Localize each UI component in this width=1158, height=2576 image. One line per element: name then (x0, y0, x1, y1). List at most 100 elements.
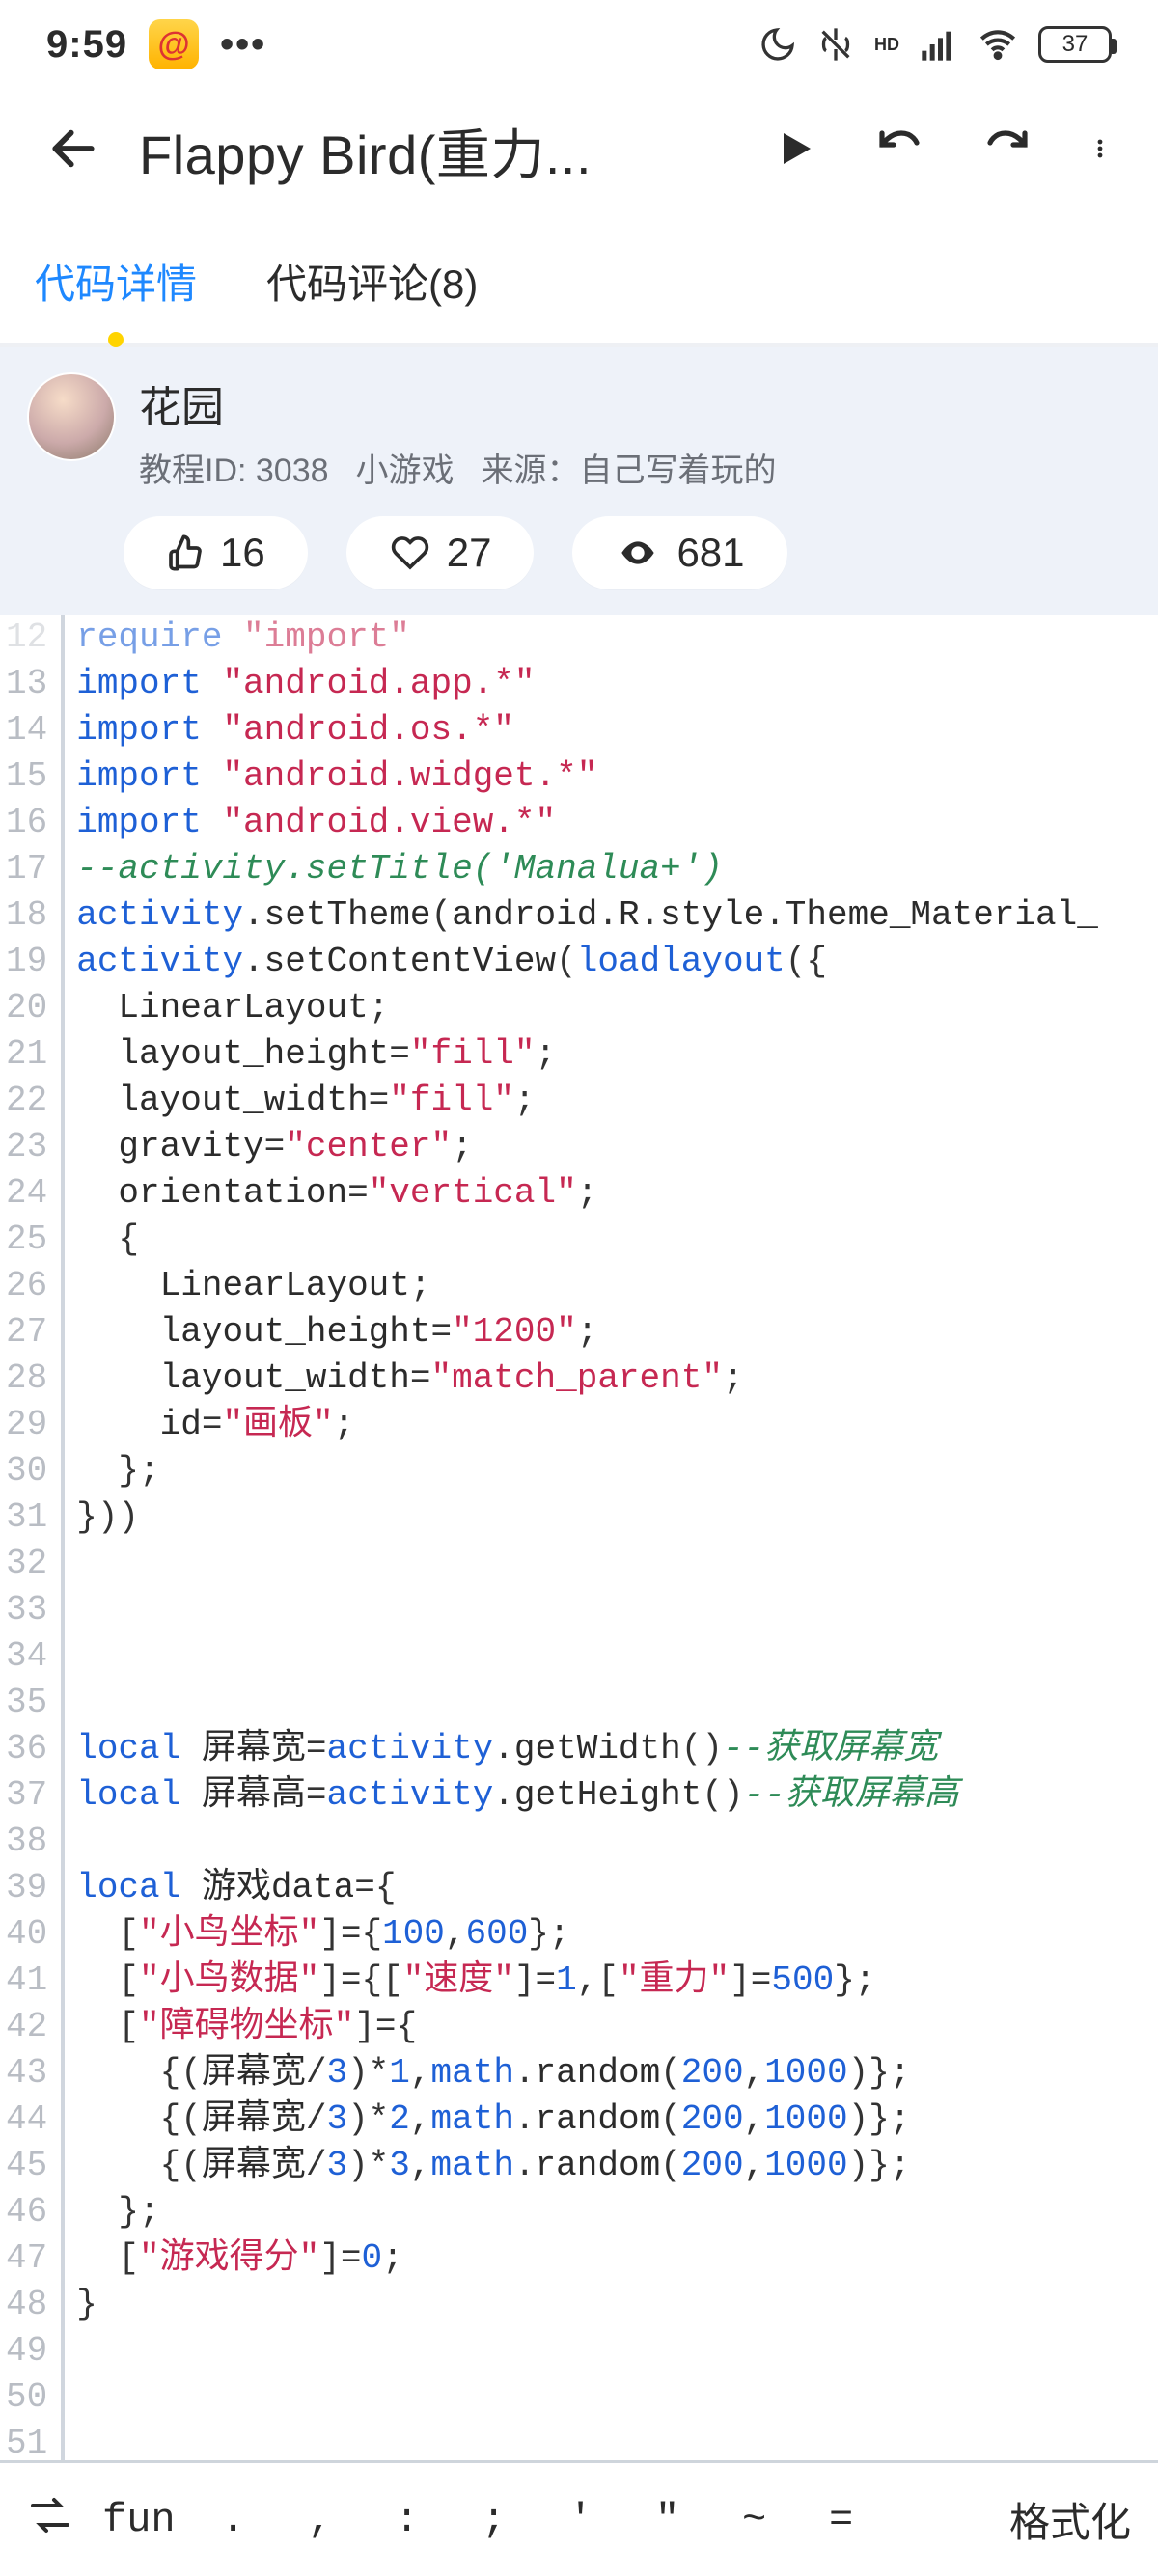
code-line[interactable]: {(屏幕宽/3)*1,math.random(200,1000)}; (76, 2050, 1098, 2096)
code-line[interactable]: { (76, 1217, 1098, 1263)
code-editor[interactable]: 1213141516171819202122232425262728293031… (0, 615, 1158, 2576)
key-colon[interactable]: : (378, 2497, 436, 2543)
key-dot[interactable]: . (205, 2497, 262, 2543)
view-count: 681 (676, 530, 744, 576)
hd-label: HD (874, 35, 899, 55)
line-number: 44 (6, 2096, 47, 2143)
undo-button[interactable] (872, 125, 926, 177)
code-line[interactable]: local 游戏data={ (76, 1865, 1098, 1911)
code-line[interactable] (76, 2328, 1098, 2374)
code-line[interactable]: LinearLayout; (76, 1263, 1098, 1309)
heart-button[interactable]: 27 (346, 516, 535, 589)
format-button[interactable]: 格式化 (1009, 2490, 1131, 2549)
code-line[interactable]: layout_height="1200"; (76, 1309, 1098, 1356)
code-line[interactable]: } (76, 2282, 1098, 2328)
code-line[interactable] (76, 2374, 1098, 2421)
line-number: 29 (6, 1402, 47, 1448)
code-line[interactable]: layout_width="match_parent"; (76, 1356, 1098, 1402)
line-number: 32 (6, 1541, 47, 1587)
code-line[interactable] (76, 1541, 1098, 1587)
code-line[interactable]: layout_width="fill"; (76, 1078, 1098, 1124)
code-line[interactable]: ["小鸟坐标"]={100,600}; (76, 1911, 1098, 1958)
avatar[interactable] (27, 372, 116, 461)
code-line[interactable]: local 屏幕宽=activity.getWidth()--获取屏幕宽 (76, 1726, 1098, 1772)
code-line[interactable]: })) (76, 1494, 1098, 1541)
line-number: 43 (6, 2050, 47, 2096)
page-title: Flappy Bird(重力... (139, 112, 749, 190)
code-line[interactable]: gravity="center"; (76, 1124, 1098, 1170)
line-number: 37 (6, 1772, 47, 1819)
mute-icon (816, 25, 855, 64)
code-line[interactable]: require "import" (76, 615, 1098, 661)
code-line[interactable]: }; (76, 2189, 1098, 2235)
code-content[interactable]: require "import"import "android.app.*"im… (65, 615, 1098, 2576)
line-number: 16 (6, 800, 47, 846)
line-number: 50 (6, 2374, 47, 2421)
code-line[interactable]: LinearLayout; (76, 985, 1098, 1031)
toolbar: Flappy Bird(重力... (0, 79, 1158, 223)
code-line[interactable]: local 屏幕高=activity.getHeight()--获取屏幕高 (76, 1772, 1098, 1819)
code-line[interactable]: {(屏幕宽/3)*3,math.random(200,1000)}; (76, 2143, 1098, 2189)
key-tilde[interactable]: ~ (726, 2497, 784, 2543)
key-dquote[interactable]: " (639, 2497, 697, 2543)
status-right: HD 37 (758, 25, 1112, 64)
tab-code-comments[interactable]: 代码评论(8) (266, 252, 478, 320)
code-line[interactable]: id="画板"; (76, 1402, 1098, 1448)
key-equals[interactable]: = (813, 2497, 870, 2543)
meta-header: 花园 教程ID: 3038 小游戏 来源：自己写着玩的 16 27 681 (0, 347, 1158, 615)
code-line[interactable]: ["障碍物坐标"]={ (76, 2004, 1098, 2050)
tab-code-detail[interactable]: 代码详情 (35, 252, 197, 320)
line-number: 41 (6, 1958, 47, 2004)
code-line[interactable] (76, 1819, 1098, 1865)
code-line[interactable] (76, 1633, 1098, 1680)
line-number: 28 (6, 1356, 47, 1402)
code-line[interactable]: ["小鸟数据"]={["速度"]=1,["重力"]=500}; (76, 1958, 1098, 2004)
category: 小游戏 (356, 444, 455, 491)
code-line[interactable] (76, 1680, 1098, 1726)
code-line[interactable]: {(屏幕宽/3)*2,math.random(200,1000)}; (76, 2096, 1098, 2143)
line-number: 13 (6, 661, 47, 707)
line-number: 33 (6, 1587, 47, 1633)
key-squote[interactable]: ' (552, 2497, 610, 2543)
toggle-keyboard-icon[interactable] (27, 2492, 73, 2548)
views-display: 681 (572, 516, 786, 589)
like-count: 16 (220, 530, 265, 576)
line-number: 48 (6, 2282, 47, 2328)
weibo-app-icon: @ (149, 19, 199, 69)
line-number: 20 (6, 985, 47, 1031)
more-status-icon: ••• (220, 23, 266, 67)
code-line[interactable]: import "android.os.*" (76, 707, 1098, 754)
code-line[interactable]: layout_height="fill"; (76, 1031, 1098, 1078)
code-line[interactable]: activity.setContentView(loadlayout({ (76, 939, 1098, 985)
line-number: 17 (6, 846, 47, 892)
line-number: 22 (6, 1078, 47, 1124)
code-line[interactable]: import "android.widget.*" (76, 754, 1098, 800)
code-line[interactable]: orientation="vertical"; (76, 1170, 1098, 1217)
toolbar-actions (772, 125, 1112, 177)
moon-icon (758, 25, 797, 64)
line-number: 42 (6, 2004, 47, 2050)
tutorial-id: 教程ID: 3038 (139, 444, 329, 491)
line-number: 24 (6, 1170, 47, 1217)
line-number: 26 (6, 1263, 47, 1309)
play-button[interactable] (772, 125, 818, 177)
code-line[interactable]: }; (76, 1448, 1098, 1494)
code-line[interactable]: import "android.app.*" (76, 661, 1098, 707)
code-line[interactable] (76, 1587, 1098, 1633)
author-name[interactable]: 花园 (139, 372, 777, 434)
back-button[interactable] (46, 122, 100, 180)
code-line[interactable]: activity.setTheme(android.R.style.Theme_… (76, 892, 1098, 939)
overflow-menu-button[interactable] (1089, 125, 1112, 177)
key-comma[interactable]: , (291, 2497, 349, 2543)
battery-icon: 37 (1038, 26, 1112, 63)
code-line[interactable]: ["游戏得分"]=0; (76, 2235, 1098, 2282)
code-line[interactable]: import "android.view.*" (76, 800, 1098, 846)
code-line[interactable]: --activity.setTitle('Manalua+') (76, 846, 1098, 892)
redo-button[interactable] (980, 125, 1034, 177)
shortcut-bar: fun . , : ; ' " ~ = 格式化 (0, 2460, 1158, 2576)
signal-icon (919, 25, 957, 64)
key-semicolon[interactable]: ; (465, 2497, 523, 2543)
key-fun[interactable]: fun (102, 2497, 176, 2543)
line-number: 46 (6, 2189, 47, 2235)
like-button[interactable]: 16 (124, 516, 308, 589)
